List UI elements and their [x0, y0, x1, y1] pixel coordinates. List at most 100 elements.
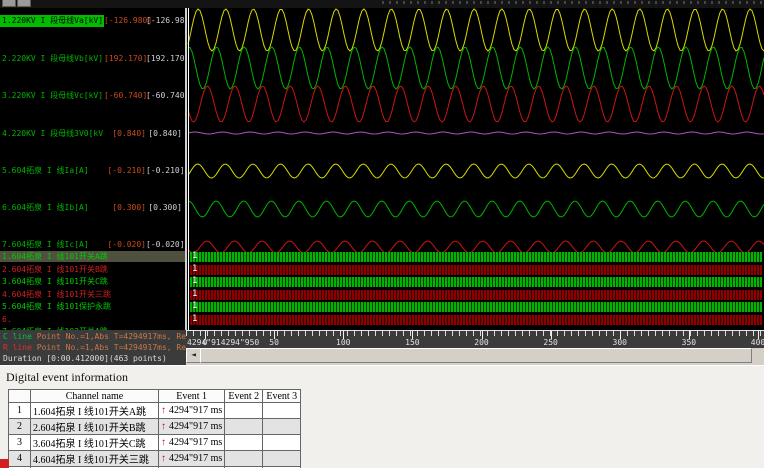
analog-channel-name: 2.220KV I 段母线Vb[kV] — [2, 54, 104, 63]
row-number: 1 — [8, 402, 31, 419]
tick-label: 400 — [750, 338, 764, 347]
cursor-r-status: R line Point No.=1,Abs T=4294917ms, Rel … — [3, 343, 186, 352]
analog-channel-name: 3.220KV I 段母线Vc[kV] — [2, 91, 104, 100]
fault-recorder-window: 1.220KV I 段母线Va[kV][-126.980][-126.980]2… — [0, 0, 764, 468]
event-table-row[interactable]: 2 2.604拓泉 I 线101开关B跳 ↑ 4294"917 ms — [8, 418, 302, 435]
analog-channel-name: 5.604拓泉 I 线Ia[A] — [2, 166, 89, 175]
waveform-trace — [187, 85, 764, 123]
analog-channel-row[interactable]: 2.220KV I 段母线Vb[kV][192.170][192.170] — [0, 53, 186, 65]
digital-state-bar: 1 — [190, 288, 762, 300]
analog-channel-name: 1.220KV I 段母线Va[kV] — [0, 15, 104, 27]
tick-label: 150 — [405, 338, 420, 347]
waveform-trace — [187, 200, 764, 218]
row-number: 3 — [8, 434, 31, 451]
tick-label: 0 — [202, 338, 208, 347]
digital-channel-row[interactable]: 6. — [0, 314, 186, 325]
digital-state-value: 1 — [192, 251, 198, 261]
col-header-event3: Event 3 — [262, 389, 302, 403]
analog-channel-row[interactable]: 7.604拓泉 I 线Ic[A] [-0.020][-0.020] — [0, 239, 185, 251]
tick-label: 350 — [681, 338, 697, 347]
scroll-left-button[interactable]: ◄ — [186, 348, 201, 363]
toolbar-button[interactable] — [17, 0, 31, 7]
horizontal-scrollbar[interactable]: ◄ — [186, 348, 764, 365]
event-table-row[interactable]: 1 1.604拓泉 I 线101开关A跳 ↑ 4294"917 ms — [8, 402, 302, 419]
event-table-header: Channel name Event 1 Event 2 Event 3 — [8, 389, 302, 403]
event-table: Channel name Event 1 Event 2 Event 3 1 1.… — [8, 389, 302, 468]
analog-channel-row[interactable]: 3.220KV I 段母线Vc[kV][-60.740][-60.740] — [0, 90, 186, 102]
rising-edge-arrow-icon: ↑ — [161, 421, 166, 432]
event2-cell — [224, 418, 264, 435]
scrollbar-thumb[interactable] — [200, 348, 752, 363]
tick-label: 200 — [474, 338, 489, 347]
analog-channel-value1: [-0.020] — [107, 240, 146, 249]
col-header-num — [8, 389, 31, 403]
digital-state-value: 1 — [192, 301, 198, 311]
digital-state-value: 1 — [192, 288, 198, 299]
minor-ticks — [186, 331, 764, 336]
channel-name-cell: 1.604拓泉 I 线101开关A跳 — [30, 402, 159, 419]
cursor-c-status: C line Point No.=1,Abs T=4294917ms, Rel … — [3, 332, 186, 341]
digital-state-value: 1 — [192, 313, 198, 324]
toolbar-button[interactable] — [2, 0, 16, 7]
row-number: 4 — [8, 450, 31, 467]
cursor-line[interactable] — [188, 8, 189, 330]
analog-channel-row[interactable]: 4.220KV I 段母线3V0[kV] [0.840] [0.840] — [0, 128, 184, 140]
digital-state-bar: 1 — [190, 251, 762, 262]
duration-status: Duration [0:00.412000](463 points) — [3, 354, 167, 363]
rising-edge-arrow-icon: ↑ — [161, 453, 166, 464]
toolbar-dots — [382, 1, 762, 4]
event1-time: 4294"917 ms — [169, 405, 223, 416]
status-panel: C line Point No.=1,Abs T=4294917ms, Rel … — [0, 330, 186, 365]
analog-channel-row[interactable]: 5.604拓泉 I 线Ia[A] [-0.210][-0.210] — [0, 165, 185, 177]
digital-state-bar: 1 — [190, 263, 762, 275]
col-header-event2: Event 2 — [224, 389, 264, 403]
analog-channel-row[interactable]: 1.220KV I 段母线Va[kV][-126.980][-126.980] — [0, 15, 186, 27]
digital-event-title: Digital event information — [6, 370, 128, 384]
analog-channel-value1: [-0.210] — [107, 166, 146, 175]
analog-channel-value1: [0.840] — [112, 129, 146, 138]
channel-name-cell: 4.604拓泉 I 线101开关三跳 — [30, 450, 159, 467]
event3-cell — [262, 402, 302, 419]
r-line-text: Point No.=1,Abs T=4294917ms, Rel T=42949… — [36, 343, 186, 352]
digital-state-value: 1 — [192, 263, 198, 274]
digital-channel-row[interactable]: 5.604拓泉 I 线101保护永跳 — [0, 301, 186, 312]
event3-cell — [262, 450, 302, 467]
channel-name-cell: 2.604拓泉 I 线101开关B跳 — [30, 418, 159, 435]
analog-channel-value2: [-60.740] — [146, 91, 186, 100]
tick-label: 100 — [336, 338, 351, 347]
event1-cell: ↑4294"917 ms — [157, 418, 226, 435]
event1-cell: ↑4294"917 ms — [157, 402, 226, 419]
event1-cell: ↑4294"917 ms — [157, 434, 226, 451]
rising-edge-arrow-icon: ↑ — [161, 405, 166, 416]
analog-channel-value2: [0.300] — [148, 203, 182, 212]
digital-channel-row[interactable]: 1.604拓泉 I 线101开关A跳 — [0, 251, 186, 262]
col-header-event1: Event 1 — [157, 389, 226, 403]
red-indicator — [0, 459, 9, 468]
ruler-origin-label: 4294"914294"950 — [187, 338, 260, 347]
c-line-label: C line — [3, 332, 32, 341]
digital-event-panel: Digital event information Channel name E… — [0, 365, 764, 468]
digital-channel-row[interactable]: 3.604拓泉 I 线101开关C跳 — [0, 276, 186, 287]
event2-cell — [224, 450, 264, 467]
time-axis-ruler[interactable]: 4294"914294"950 0 50 100 150 200 250 300 350 400 — [186, 330, 764, 349]
rising-edge-arrow-icon: ↑ — [161, 437, 166, 448]
col-header-channel: Channel name — [30, 389, 159, 403]
event-table-row[interactable]: 3 3.604拓泉 I 线101开关C跳 ↑ 4294"917 ms — [8, 434, 302, 451]
analog-channel-value2: [192.170] — [146, 54, 186, 63]
event2-cell — [224, 434, 264, 451]
analog-channel-value2: [-0.020] — [146, 240, 185, 249]
analog-channel-value1: [0.300] — [112, 203, 146, 212]
waveform-trace — [187, 163, 764, 179]
digital-channel-row[interactable]: 4.604拓泉 I 线101开关三跳 — [0, 289, 186, 300]
digital-state-bar: 1 — [190, 276, 762, 287]
analog-channel-row[interactable]: 6.604拓泉 I 线Ib[A] [0.300] [0.300] — [0, 202, 184, 214]
digital-state-value: 1 — [192, 276, 198, 286]
event2-cell — [224, 402, 264, 419]
analog-channel-value2: [-126.980] — [146, 16, 186, 25]
analog-channel-value1: [192.170] — [104, 54, 148, 63]
analog-channel-value2: [0.840] — [148, 129, 182, 138]
tick-label: 50 — [269, 338, 279, 347]
r-line-label: R line — [3, 343, 32, 352]
event-table-row[interactable]: 4 4.604拓泉 I 线101开关三跳 ↑ 4294"917 ms — [8, 450, 302, 467]
digital-channel-row[interactable]: 2.604拓泉 I 线101开关B跳 — [0, 264, 186, 275]
